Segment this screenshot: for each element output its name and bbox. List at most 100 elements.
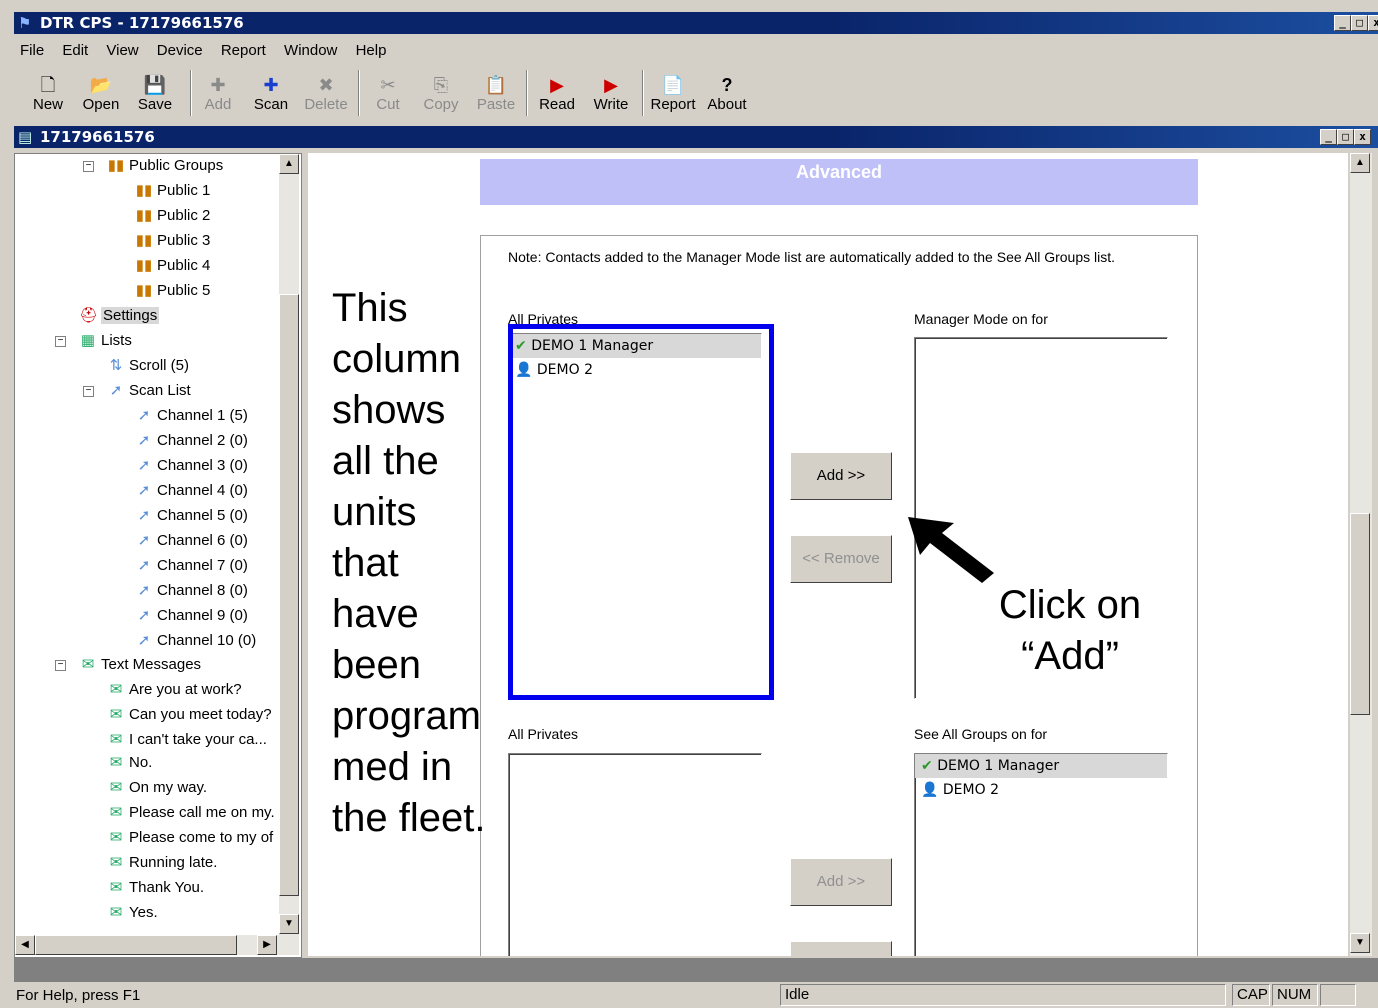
- menu-view[interactable]: View: [106, 42, 138, 59]
- horizontal-scroll-thumb[interactable]: [35, 935, 237, 955]
- channel-icon: ➚: [137, 582, 151, 599]
- new-icon: 🗋: [40, 75, 56, 95]
- tree-item-public[interactable]: ▮▮ Public 3: [135, 230, 211, 252]
- tree-item-scan-list[interactable]: ➚ Scan List: [107, 380, 191, 402]
- remove-button[interactable]: << Remove: [790, 535, 892, 583]
- tree-item-message[interactable]: ✉ No.: [107, 752, 153, 774]
- see-all-groups-label: See All Groups on for: [914, 726, 1048, 742]
- tree-item-public[interactable]: ▮▮ Public 2: [135, 205, 211, 227]
- tree-item-channel[interactable]: ➚ Channel 4 (0): [135, 480, 248, 502]
- scroll-down-icon[interactable]: ▼: [1350, 933, 1370, 953]
- tree-item-channel[interactable]: ➚ Channel 7 (0): [135, 555, 248, 577]
- tree-item-channel[interactable]: ➚ Channel 8 (0): [135, 580, 248, 602]
- save-button[interactable]: 💾 Save: [134, 74, 176, 113]
- tree-item-public[interactable]: ▮▮ Public 5: [135, 280, 211, 302]
- remove-button-2[interactable]: [790, 941, 892, 956]
- scan-button[interactable]: ✚ Scan: [250, 74, 292, 113]
- scroll-up-icon[interactable]: ▲: [279, 154, 299, 174]
- tree-item-channel[interactable]: ➚ Channel 3 (0): [135, 455, 248, 477]
- scan-icon: ✚: [263, 75, 279, 95]
- radio-pair-icon: ▮▮: [135, 232, 153, 249]
- menu-edit[interactable]: Edit: [62, 42, 88, 59]
- tree-item-public-groups[interactable]: ▮▮ Public Groups: [107, 155, 223, 177]
- open-button[interactable]: 📂 Open: [80, 74, 122, 113]
- content-scrollbar[interactable]: ▲ ▼: [1350, 153, 1372, 956]
- all-privates-list-2[interactable]: [508, 753, 762, 956]
- scroll-left-icon[interactable]: ◀: [15, 935, 35, 955]
- write-button[interactable]: ▶ Write: [590, 74, 632, 113]
- list-item[interactable]: 👤 DEMO 2: [915, 778, 1167, 802]
- lists-icon: ▦: [80, 332, 96, 349]
- scroll-right-icon[interactable]: ▶: [257, 935, 277, 955]
- messages-icon: ✉: [81, 656, 95, 673]
- scroll-thumb[interactable]: [279, 294, 299, 896]
- menu-window[interactable]: Window: [284, 42, 337, 59]
- tree-item-text-messages[interactable]: ✉ Text Messages: [79, 654, 201, 676]
- tree-item-channel[interactable]: ➚ Channel 5 (0): [135, 505, 248, 527]
- scroll-down-icon[interactable]: ▼: [279, 914, 299, 934]
- scan-list-icon: ➚: [109, 382, 123, 399]
- copy-icon: ⎘: [433, 75, 449, 95]
- tree-item-lists[interactable]: ▦ Lists: [79, 330, 132, 352]
- scroll-up-icon[interactable]: ▲: [1350, 153, 1370, 173]
- see-all-groups-list[interactable]: ✔ DEMO 1 Manager 👤 DEMO 2: [914, 753, 1168, 956]
- tree-item-scroll[interactable]: ⇅ Scroll (5): [107, 355, 189, 377]
- child-minimize-button[interactable]: _: [1320, 129, 1337, 145]
- menu-report[interactable]: Report: [221, 42, 266, 59]
- cut-button[interactable]: ✂ Cut: [370, 74, 406, 113]
- tree-item-channel[interactable]: ➚ Channel 10 (0): [135, 630, 257, 652]
- menu-help[interactable]: Help: [356, 42, 387, 59]
- tree-item-public[interactable]: ▮▮ Public 1: [135, 180, 211, 202]
- tree-item-channel[interactable]: ➚ Channel 6 (0): [135, 530, 248, 552]
- add-toolbar-button[interactable]: ✚ Add: [200, 74, 236, 113]
- read-button[interactable]: ▶ Read: [536, 74, 578, 113]
- toolbar-separator: [526, 70, 528, 116]
- read-icon: ▶: [550, 75, 564, 95]
- tree-item-channel[interactable]: ➚ Channel 1 (5): [135, 405, 248, 427]
- tree-item-channel[interactable]: ➚ Channel 2 (0): [135, 430, 248, 452]
- scroll-thumb[interactable]: [1350, 513, 1370, 715]
- tree-item-channel[interactable]: ➚ Channel 9 (0): [135, 605, 248, 627]
- collapse-toggle[interactable]: −: [55, 336, 66, 347]
- maximize-button[interactable]: □: [1351, 15, 1368, 31]
- report-button[interactable]: 📄 Report: [648, 74, 698, 113]
- tree-item-message[interactable]: ✉ Can you meet today?: [107, 704, 272, 726]
- tree-horizontal-scrollbar[interactable]: ◀ ▶: [15, 935, 299, 955]
- child-close-button[interactable]: x: [1354, 129, 1371, 145]
- message-icon: ✉: [109, 706, 123, 723]
- add-button[interactable]: Add >>: [790, 452, 892, 500]
- close-button[interactable]: x: [1368, 15, 1378, 31]
- annotation-column-text: This column shows all the units that hav…: [332, 286, 486, 840]
- radio-pair-icon: ▮▮: [135, 207, 153, 224]
- new-button[interactable]: 🗋 New: [30, 74, 66, 113]
- tree-item-public[interactable]: ▮▮ Public 4: [135, 255, 211, 277]
- tree-item-message[interactable]: ✉ Running late.: [107, 852, 218, 874]
- collapse-toggle[interactable]: −: [83, 161, 94, 172]
- tree-item-message[interactable]: ✉ Thank You.: [107, 877, 204, 899]
- tree-item-message[interactable]: ✉ Are you at work?: [107, 679, 242, 701]
- child-title: 17179661576: [40, 128, 155, 146]
- paste-icon: 📋: [484, 75, 508, 95]
- tree-item-message[interactable]: ✉ Please come to my of: [107, 827, 274, 849]
- menu-device[interactable]: Device: [157, 42, 203, 59]
- minimize-button[interactable]: _: [1334, 15, 1351, 31]
- add-button-2[interactable]: Add >>: [790, 858, 892, 906]
- tree-item-message[interactable]: ✉ Please call me on my.: [107, 802, 275, 824]
- delete-icon: ✖: [318, 75, 334, 95]
- scroll-icon: ⇅: [109, 357, 123, 374]
- tree-item-message[interactable]: ✉ Yes.: [107, 902, 158, 924]
- menu-file[interactable]: File: [20, 42, 44, 59]
- list-item[interactable]: ✔ DEMO 1 Manager: [915, 754, 1167, 778]
- collapse-toggle[interactable]: −: [83, 386, 94, 397]
- paste-button[interactable]: 📋 Paste: [474, 74, 518, 113]
- tree-item-message[interactable]: ✉ I can't take your ca...: [107, 729, 267, 751]
- tree-item-settings[interactable]: ⛑ Settings: [79, 305, 160, 327]
- copy-button[interactable]: ⎘ Copy: [420, 74, 462, 113]
- status-caps: CAP: [1232, 984, 1270, 1006]
- tree-item-message[interactable]: ✉ On my way.: [107, 777, 207, 799]
- collapse-toggle[interactable]: −: [55, 660, 66, 671]
- tree-vertical-scrollbar[interactable]: ▲ ▼: [279, 154, 299, 935]
- about-button[interactable]: ? About: [704, 74, 750, 113]
- delete-button[interactable]: ✖ Delete: [302, 74, 350, 113]
- child-maximize-button[interactable]: □: [1337, 129, 1354, 145]
